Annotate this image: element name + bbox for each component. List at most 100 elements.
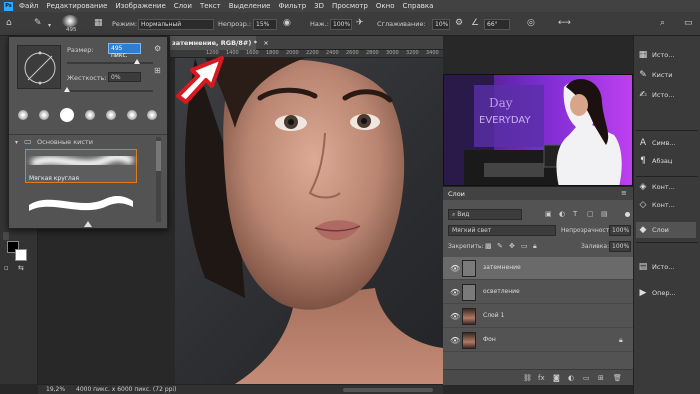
hardness-slider[interactable] bbox=[67, 90, 153, 92]
dock-actions[interactable]: ▶ Опер... bbox=[638, 288, 676, 298]
panel-menu-icon[interactable]: ≡ bbox=[621, 189, 627, 197]
layers-panel-title[interactable]: Слои bbox=[448, 190, 465, 198]
new-group-icon[interactable]: ▭ bbox=[583, 374, 590, 383]
menu-filter[interactable]: Фильтр bbox=[278, 2, 306, 10]
menu-3d[interactable]: 3D bbox=[314, 2, 324, 10]
brush-angle-preview[interactable] bbox=[17, 45, 61, 89]
link-layers-icon[interactable]: ⛓ bbox=[523, 374, 532, 383]
menu-window[interactable]: Окно bbox=[376, 2, 395, 10]
eye-icon[interactable]: 👁︎ bbox=[450, 336, 460, 345]
size-slider[interactable] bbox=[67, 62, 153, 64]
dock-character[interactable]: A Симв... bbox=[638, 138, 676, 148]
fx-icon[interactable]: fx bbox=[538, 374, 545, 383]
filter-adjustment-icon[interactable]: ◐ bbox=[559, 210, 565, 219]
brush-preset-preview[interactable] bbox=[62, 15, 78, 27]
layer-row[interactable]: 👁︎ осветление bbox=[443, 281, 633, 304]
menu-file[interactable]: Файл bbox=[19, 2, 38, 10]
brush-list-scrollbar[interactable] bbox=[156, 137, 161, 222]
eye-icon[interactable]: 👁︎ bbox=[450, 312, 460, 321]
document-canvas-image[interactable] bbox=[175, 58, 443, 384]
fill-field[interactable]: 100% bbox=[609, 241, 631, 252]
blend-mode-select[interactable]: Мягкий свет bbox=[448, 225, 556, 236]
smoothing-options-gear-icon[interactable]: ⚙ bbox=[455, 19, 463, 28]
layer-filter-select[interactable]: ⌕ Вид bbox=[448, 209, 522, 220]
layer-row-selected[interactable]: 👁︎ затемнение bbox=[443, 257, 633, 280]
filter-toggle[interactable] bbox=[625, 212, 630, 217]
smoothing-field[interactable]: 10% bbox=[432, 19, 450, 30]
symmetry-icon[interactable]: ⟷ bbox=[558, 19, 571, 28]
home-icon[interactable]: ⌂ bbox=[6, 19, 12, 28]
pressure-field[interactable]: 100% bbox=[330, 19, 352, 30]
opacity-field[interactable]: 15% bbox=[253, 19, 277, 30]
swap-colors-icon[interactable]: ⇆ bbox=[18, 264, 24, 273]
menu-view[interactable]: Просмотр bbox=[332, 2, 368, 10]
pressure-size-icon[interactable]: ◎ bbox=[527, 19, 535, 28]
workspace-icon[interactable]: ▭ bbox=[684, 19, 693, 28]
layer-name[interactable]: Слой 1 bbox=[483, 312, 504, 319]
layer-name[interactable]: затемнение bbox=[483, 264, 521, 271]
brush-preset-swatch[interactable] bbox=[84, 110, 95, 120]
add-mask-icon[interactable]: ◙ bbox=[553, 374, 560, 383]
dock-history[interactable]: ▦ Исто... bbox=[638, 50, 675, 60]
delete-layer-icon[interactable]: 🗑︎ bbox=[613, 374, 622, 383]
new-layer-icon[interactable]: ⊞ bbox=[598, 374, 604, 383]
filter-shape-icon[interactable]: ▢ bbox=[587, 210, 594, 219]
size-input[interactable]: 495 пикс. bbox=[108, 43, 141, 59]
resize-handle[interactable] bbox=[84, 221, 92, 227]
dock-layers[interactable]: ◆ Слои bbox=[636, 222, 696, 238]
brush-preset-swatch[interactable] bbox=[105, 110, 116, 120]
menu-layers[interactable]: Слои bbox=[174, 2, 192, 10]
layer-row[interactable]: 👁︎ Слой 1 bbox=[443, 305, 633, 328]
zoom-level[interactable]: 19,2% bbox=[46, 386, 65, 393]
lock-artboard-icon[interactable]: ▭ bbox=[521, 242, 528, 251]
menu-type[interactable]: Текст bbox=[200, 2, 221, 10]
angle-field[interactable]: 66° bbox=[484, 19, 510, 30]
document-tab[interactable]: затемнение, RGB/8#) * × bbox=[170, 36, 269, 50]
new-preset-icon[interactable]: ⊞ bbox=[154, 66, 161, 75]
mode-select[interactable]: Нормальный bbox=[138, 19, 214, 30]
airbrush-icon[interactable]: ✈ bbox=[356, 19, 364, 28]
brush-preset-swatch[interactable] bbox=[147, 110, 158, 120]
brush-folder-label[interactable]: Основные кисти bbox=[37, 138, 93, 146]
eye-icon[interactable]: 👁︎ bbox=[450, 264, 460, 273]
filter-type-icon[interactable]: T bbox=[573, 210, 577, 219]
selected-brush-item[interactable]: Мягкая круглая bbox=[25, 149, 137, 183]
adjustment-layer-icon[interactable]: ◐ bbox=[568, 374, 574, 383]
scrollbar-thumb[interactable] bbox=[156, 141, 161, 171]
hardness-slider-handle[interactable] bbox=[64, 87, 70, 92]
dock-brushes[interactable]: ✎ Кисти bbox=[638, 70, 672, 80]
horizontal-scrollbar[interactable] bbox=[343, 388, 433, 392]
layer-row[interactable]: 👁︎ Фон 🔒︎ bbox=[443, 329, 633, 352]
size-slider-handle[interactable] bbox=[134, 59, 140, 64]
lock-all-icon[interactable]: 🔒︎ bbox=[533, 242, 537, 251]
menu-edit[interactable]: Редактирование bbox=[46, 2, 107, 10]
brush-preset-swatch[interactable] bbox=[60, 108, 75, 122]
layer-name[interactable]: осветление bbox=[483, 288, 520, 295]
quick-mask-icon[interactable]: ▫ bbox=[4, 264, 9, 273]
menu-help[interactable]: Справка bbox=[403, 2, 434, 10]
brush-preset-swatch[interactable] bbox=[18, 110, 29, 120]
menu-image[interactable]: Изображение bbox=[115, 2, 165, 10]
brush-preset-swatch[interactable] bbox=[126, 110, 137, 120]
brush-settings-icon[interactable]: ▦ bbox=[94, 19, 103, 28]
hardness-input[interactable]: 0% bbox=[108, 72, 141, 82]
pressure-opacity-icon[interactable]: ◉ bbox=[283, 19, 291, 28]
eye-icon[interactable]: 👁︎ bbox=[450, 288, 460, 297]
brush-tool-icon[interactable]: ✎ bbox=[34, 19, 42, 28]
dock-history-3[interactable]: ▤ Исто... bbox=[638, 262, 675, 272]
lock-transparency-icon[interactable]: ▩ bbox=[485, 242, 492, 251]
tool-button[interactable] bbox=[3, 232, 9, 240]
lock-pixels-icon[interactable]: ✎ bbox=[497, 242, 503, 251]
dock-channels[interactable]: ◈ Конт... bbox=[638, 182, 675, 192]
menu-select[interactable]: Выделение bbox=[229, 2, 271, 10]
chevron-down-icon[interactable]: ▾ bbox=[15, 138, 18, 147]
layer-opacity-field[interactable]: 100% bbox=[609, 225, 631, 236]
brush-item[interactable] bbox=[25, 187, 137, 217]
background-color-swatch[interactable] bbox=[15, 249, 27, 261]
filter-pixel-icon[interactable]: ▣ bbox=[545, 210, 552, 219]
dock-contours[interactable]: ◇ Конт... bbox=[638, 200, 675, 210]
close-tab-icon[interactable]: × bbox=[263, 39, 268, 47]
layer-name[interactable]: Фон bbox=[483, 336, 496, 343]
panel-settings-gear-icon[interactable]: ⚙ bbox=[154, 44, 161, 53]
brush-preset-swatch[interactable] bbox=[39, 110, 50, 120]
